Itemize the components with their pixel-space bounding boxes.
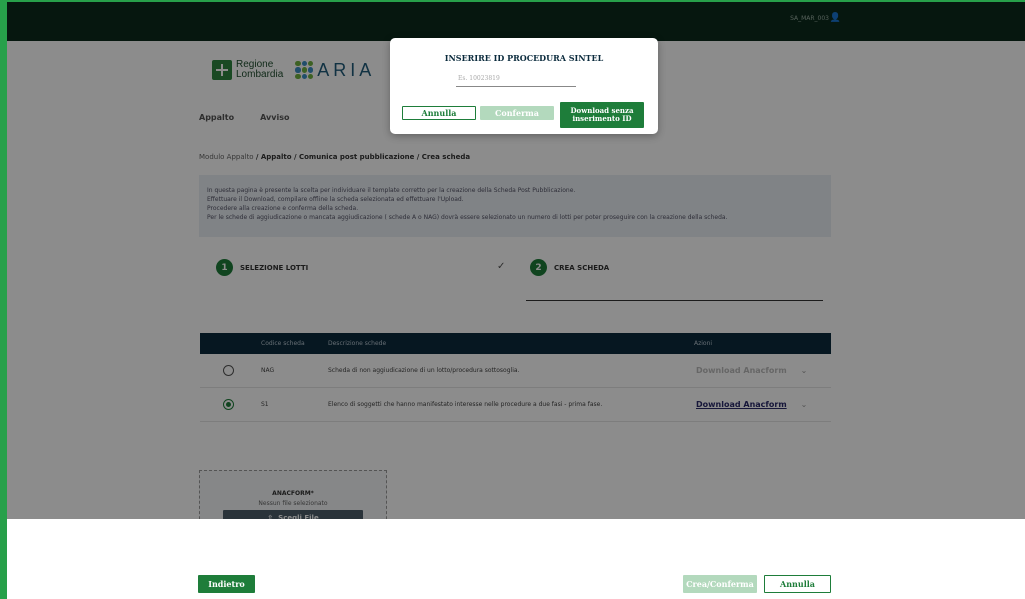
sintel-id-input[interactable]	[456, 71, 576, 87]
cancel-button[interactable]: Annulla	[764, 575, 831, 593]
modal-title: INSERIRE ID PROCEDURA SINTEL	[444, 53, 604, 63]
sintel-id-modal: INSERIRE ID PROCEDURA SINTEL Annulla Con…	[390, 38, 658, 134]
download-label-line2: inserimento ID	[572, 114, 632, 123]
create-confirm-button[interactable]: Crea/Conferma	[683, 575, 757, 593]
modal-confirm-button[interactable]: Conferma	[480, 106, 554, 120]
footer-bar: Indietro Crea/Conferma Annulla	[7, 519, 1025, 599]
back-button[interactable]: Indietro	[198, 575, 255, 593]
modal-cancel-button[interactable]: Annulla	[402, 106, 476, 120]
download-without-id-button[interactable]: Download senza inserimento ID	[560, 102, 644, 128]
